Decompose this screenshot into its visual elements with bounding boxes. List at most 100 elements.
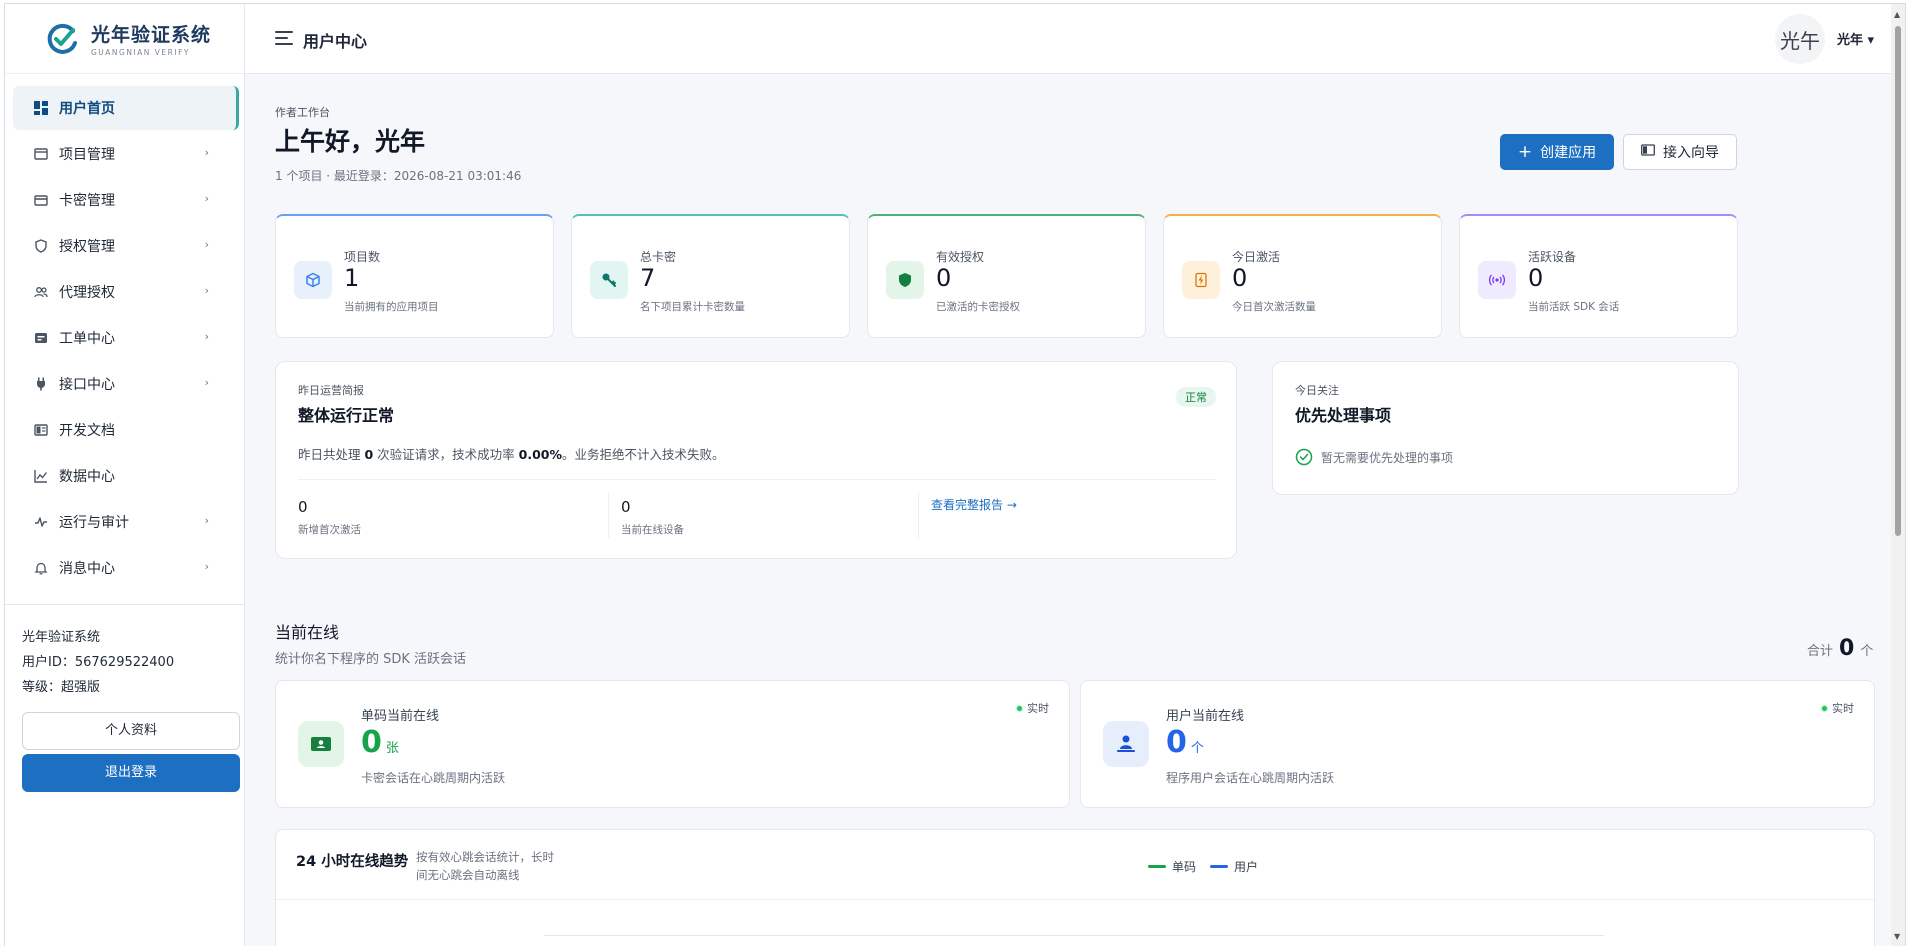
sidebar-item-api[interactable]: 接口中心 ›	[13, 362, 239, 406]
full-report-link[interactable]: 查看完整报告 →	[931, 496, 1228, 513]
online-card-label: 用户当前在线	[1166, 709, 1245, 724]
user-icon	[1103, 721, 1149, 767]
folder-icon	[33, 146, 49, 162]
status-badge: 正常	[1176, 387, 1216, 407]
create-app-button[interactable]: + 创建应用	[1500, 134, 1614, 170]
sidebar-item-agents[interactable]: 代理授权 ›	[13, 270, 239, 314]
report-kicker: 昨日运营简报	[298, 384, 364, 397]
daily-report-card: 昨日运营简报 整体运行正常 正常 昨日共处理 0 次验证请求，技术成功率 0.0…	[275, 361, 1237, 559]
menu-toggle-icon[interactable]	[275, 31, 293, 45]
chevron-right-icon: ›	[204, 330, 209, 343]
ticket-icon	[298, 721, 344, 767]
legend-item-code[interactable]: 单码	[1148, 858, 1196, 875]
signal-icon	[1478, 261, 1516, 299]
stats-row: 项目数 1 当前拥有的应用项目 总卡密 7 名下项目累计卡密数量 有效授权 0 …	[275, 214, 1738, 338]
app-window: 光年验证系统 GUANGNIAN VERIFY 用户首页 项目管理 › 卡密管理…	[4, 3, 1906, 946]
stat-label: 有效授权	[936, 250, 985, 264]
divider	[298, 479, 1216, 480]
report-title: 整体运行正常	[298, 406, 395, 425]
stat-label: 今日激活	[1232, 250, 1281, 264]
bell-icon	[33, 560, 49, 576]
shield-icon	[33, 238, 49, 254]
online-card-desc: 程序用户会话在心跳周期内活跃	[1166, 771, 1335, 785]
sidebar-item-label: 运行与审计	[59, 515, 129, 531]
pulse-icon	[33, 514, 49, 530]
live-indicator: 实时	[1016, 700, 1049, 716]
top-header: 用户中心 光午 光年 ▾	[245, 4, 1905, 74]
stat-card-active-devices[interactable]: 活跃设备 0 当前活跃 SDK 会话	[1459, 214, 1738, 338]
online-card-value: 0张	[361, 725, 399, 760]
sidebar: 光年验证系统 GUANGNIAN VERIFY 用户首页 项目管理 › 卡密管理…	[5, 4, 245, 946]
sidebar-item-docs[interactable]: 开发文档	[13, 408, 239, 452]
sidebar-item-data[interactable]: 数据中心	[13, 454, 239, 498]
cube-icon	[294, 261, 332, 299]
account-meta: 1 个项目 · 最近登录：2026-08-21 03:01:46	[275, 169, 522, 183]
system-name: 光年验证系统	[22, 630, 101, 645]
stat-value: 0	[936, 264, 952, 292]
sidebar-item-authorization[interactable]: 授权管理 ›	[13, 224, 239, 268]
stat-card-projects[interactable]: 项目数 1 当前拥有的应用项目	[275, 214, 554, 338]
stat-value: 0	[1232, 264, 1248, 292]
greeting-heading: 上午好，光年	[275, 127, 426, 156]
chevron-right-icon: ›	[204, 146, 209, 159]
scroll-thumb[interactable]	[1895, 26, 1901, 536]
user-menu-dropdown[interactable]: 光年 ▾	[1837, 29, 1874, 48]
online-card-desc: 卡密会话在心跳周期内活跃	[361, 771, 506, 785]
chart-icon	[33, 468, 49, 484]
focus-empty-state: 暂无需要优先处理的事项	[1295, 448, 1453, 466]
online-section-title: 当前在线	[275, 623, 340, 642]
stat-description: 当前活跃 SDK 会话	[1528, 301, 1620, 313]
total-value: 0	[1839, 636, 1855, 661]
chevron-right-icon: ›	[204, 284, 209, 297]
sidebar-item-user-home[interactable]: 用户首页	[13, 86, 239, 130]
ticket-icon	[33, 330, 49, 346]
main-content: 作者工作台 上午好，光年 1 个项目 · 最近登录：2026-08-21 03:…	[245, 74, 1905, 946]
sidebar-item-ops-audit[interactable]: 运行与审计 ›	[13, 500, 239, 544]
sidebar-item-projects[interactable]: 项目管理 ›	[13, 132, 239, 176]
check-circle-icon	[1295, 448, 1313, 466]
create-app-label: 创建应用	[1540, 145, 1597, 161]
shield-check-icon	[886, 261, 924, 299]
page-scrollbar[interactable]: ▲ ▼	[1891, 4, 1905, 946]
brand-name: 光年验证系统	[91, 24, 212, 46]
chevron-right-icon: ›	[204, 514, 209, 527]
stat-description: 今日首次激活数量	[1232, 301, 1316, 313]
metric-value: 0	[298, 498, 308, 516]
sidebar-item-tickets[interactable]: 工单中心 ›	[13, 316, 239, 360]
sidebar-item-label: 用户首页	[59, 101, 115, 117]
avatar[interactable]: 光午	[1775, 14, 1825, 64]
sidebar-item-label: 授权管理	[59, 239, 115, 255]
total-unit: 个	[1860, 644, 1874, 659]
stat-card-total-cards[interactable]: 总卡密 7 名下项目累计卡密数量	[571, 214, 850, 338]
plug-icon	[33, 376, 49, 392]
brand[interactable]: 光年验证系统 GUANGNIAN VERIFY	[5, 4, 244, 74]
sidebar-item-label: 工单中心	[59, 331, 115, 347]
stat-card-today-activations[interactable]: 今日激活 0 今日首次激活数量	[1163, 214, 1442, 338]
stat-label: 活跃设备	[1528, 250, 1577, 264]
metric-label: 当前在线设备	[621, 524, 684, 536]
legend-item-user[interactable]: 用户	[1210, 858, 1258, 875]
integration-guide-button[interactable]: 接入向导	[1623, 134, 1737, 170]
metric-label: 新增首次激活	[298, 524, 361, 536]
profile-button[interactable]: 个人资料	[22, 712, 240, 750]
book-icon	[1641, 144, 1655, 160]
logout-button[interactable]: 退出登录	[22, 754, 240, 792]
request-count: 0	[364, 447, 374, 462]
stat-value: 1	[344, 264, 360, 292]
scroll-down-icon[interactable]: ▼	[1894, 932, 1900, 941]
report-metrics: 0 新增首次激活 0 当前在线设备 查看完整报告 →	[298, 492, 1228, 538]
scroll-up-icon[interactable]: ▲	[1894, 10, 1900, 19]
trend-title: 24 小时在线趋势	[296, 854, 409, 870]
card-icon	[33, 192, 49, 208]
key-icon	[590, 261, 628, 299]
stat-description: 当前拥有的应用项目	[344, 301, 439, 313]
online-card-value: 0个	[1166, 725, 1204, 760]
chevron-right-icon: ›	[204, 238, 209, 251]
integration-guide-label: 接入向导	[1663, 145, 1719, 161]
stat-card-valid-auth[interactable]: 有效授权 0 已激活的卡密授权	[867, 214, 1146, 338]
stat-description: 名下项目累计卡密数量	[640, 301, 745, 313]
sidebar-item-cards[interactable]: 卡密管理 ›	[13, 178, 239, 222]
trend-legend: 单码 用户	[1148, 858, 1258, 875]
sidebar-item-messages[interactable]: 消息中心 ›	[13, 546, 239, 590]
live-indicator: 实时	[1821, 700, 1854, 716]
